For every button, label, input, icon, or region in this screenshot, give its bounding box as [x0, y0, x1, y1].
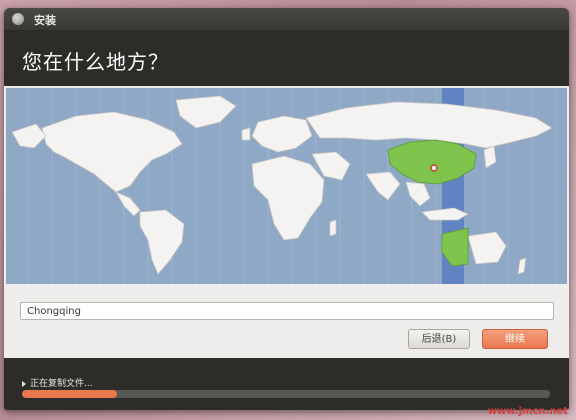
- progress-toggle[interactable]: 正在复制文件...: [22, 376, 93, 389]
- back-button[interactable]: 后退(B): [408, 329, 470, 349]
- expander-triangle-icon: [22, 380, 26, 387]
- installer-window: 安装 您在什么地方？ Chongqing 后退(B) 继续 正在复制文件...: [4, 8, 569, 410]
- status-footer: 正在复制文件...: [4, 358, 569, 410]
- page-heading: 您在什么地方？: [22, 50, 169, 74]
- window-title: 安装: [34, 14, 56, 27]
- city-marker-icon: [430, 164, 438, 172]
- content-area: 后退(B) 继续: [4, 86, 569, 358]
- continue-button[interactable]: 继续: [482, 329, 548, 349]
- close-window-icon[interactable]: [12, 13, 24, 25]
- watermark: www.jmcn.net: [487, 406, 568, 417]
- title-bar: 安装: [4, 8, 569, 30]
- progress-bar: [22, 390, 550, 398]
- location-input[interactable]: [20, 302, 554, 320]
- progress-fill: [22, 390, 118, 398]
- world-map[interactable]: [6, 88, 567, 284]
- progress-label: 正在复制文件...: [30, 379, 93, 389]
